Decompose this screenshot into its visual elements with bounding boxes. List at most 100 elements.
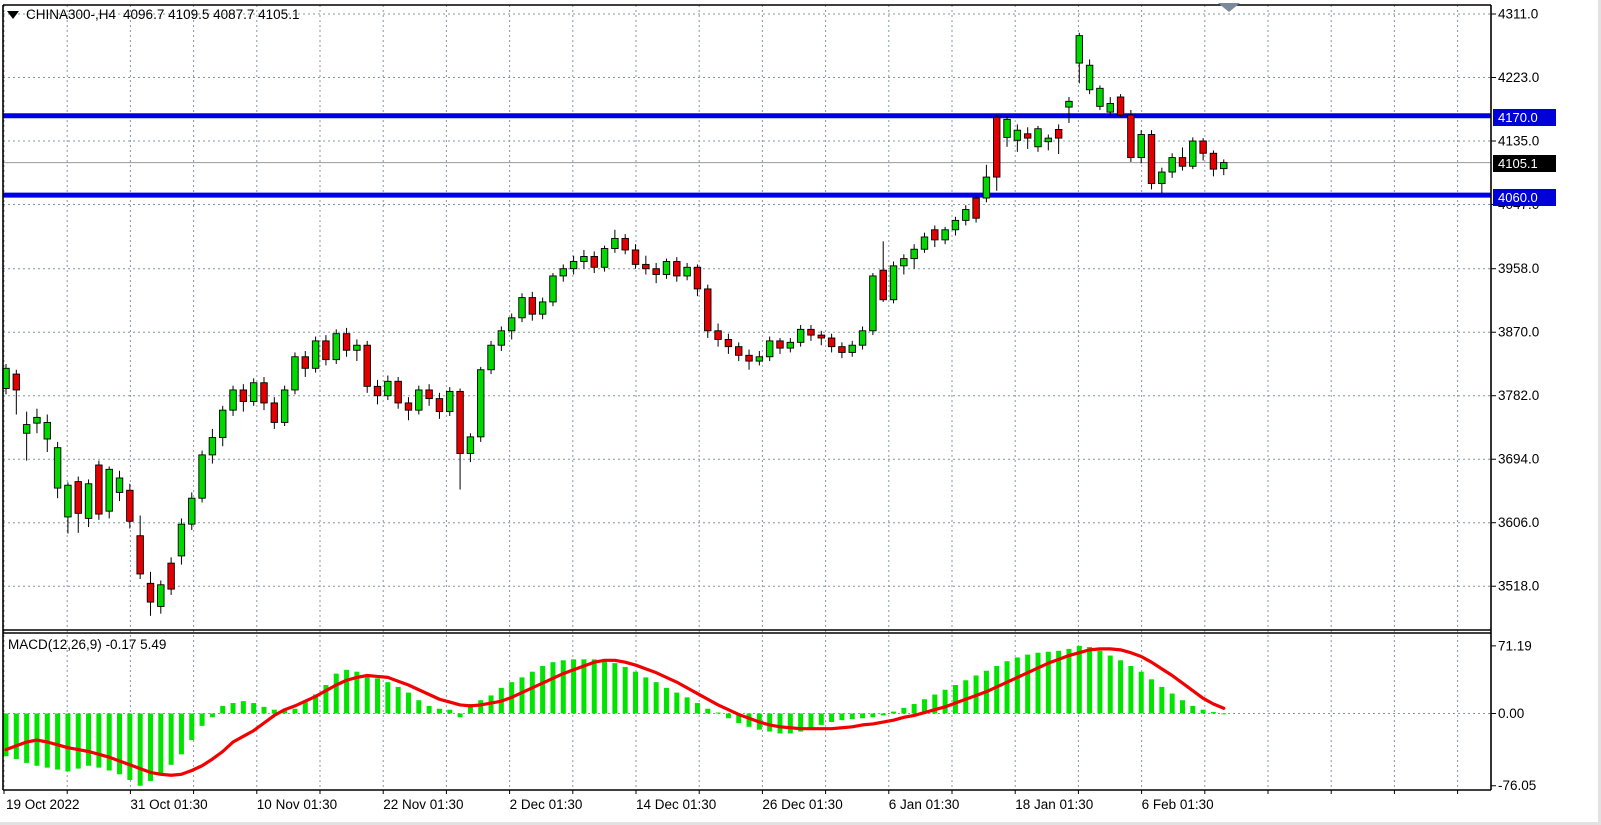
- macd-histogram-bar: [127, 714, 132, 781]
- symbol-period-label: CHINA300-,H4: [26, 7, 116, 22]
- candle: [508, 318, 515, 331]
- macd-histogram-bar: [241, 701, 246, 713]
- macd-histogram-bar: [179, 714, 184, 755]
- candle: [178, 524, 185, 556]
- candle: [343, 334, 350, 351]
- macd-histogram-bar: [860, 714, 865, 719]
- candle: [756, 357, 763, 361]
- candle: [1169, 158, 1176, 172]
- macd-histogram-bar: [819, 714, 824, 725]
- candle: [230, 390, 237, 410]
- y-axis-label: 3694.0: [1498, 452, 1539, 467]
- candle: [766, 341, 773, 357]
- candle: [921, 237, 928, 249]
- candle: [1221, 163, 1228, 169]
- candle: [23, 425, 30, 434]
- candle: [467, 437, 474, 454]
- candle: [312, 341, 319, 368]
- candle: [963, 210, 970, 221]
- candle: [96, 465, 103, 514]
- macd-histogram-bar: [829, 714, 834, 723]
- candle: [1190, 141, 1197, 166]
- candle: [158, 585, 165, 607]
- chart-shift-marker-icon[interactable]: [1218, 3, 1240, 12]
- upper-hline-price-badge: 4170.0: [1493, 109, 1556, 126]
- candle: [901, 259, 908, 266]
- macd-histogram-bar: [520, 677, 525, 713]
- candle: [240, 390, 247, 402]
- y-axis-label: 3606.0: [1498, 515, 1539, 530]
- x-axis-label: 6 Feb 01:30: [1142, 797, 1214, 812]
- macd-histogram-bar: [65, 714, 70, 772]
- macd-histogram-bar: [1005, 661, 1010, 713]
- macd-histogram-bar: [334, 674, 339, 714]
- candle: [189, 498, 196, 524]
- macd-histogram-bar: [231, 703, 236, 713]
- candle: [570, 262, 577, 269]
- current-price-badge: 4105.1: [1493, 155, 1556, 172]
- candle: [168, 563, 175, 589]
- chart-title: CHINA300-,H4 4096.7 4109.5 4087.7 4105.1: [7, 7, 299, 22]
- symbol-dropdown-icon[interactable]: [7, 11, 19, 19]
- macd-histogram-bar: [695, 703, 700, 713]
- macd-histogram-bar: [1036, 653, 1041, 714]
- macd-label: MACD(12,26,9): [8, 637, 102, 652]
- candle: [942, 230, 949, 240]
- candle: [488, 345, 495, 370]
- candle: [746, 355, 753, 361]
- candle: [870, 276, 877, 331]
- candle: [653, 269, 660, 275]
- x-axis-label: 18 Jan 01:30: [1015, 797, 1093, 812]
- candle: [1148, 135, 1155, 184]
- candle: [591, 256, 598, 267]
- candle: [1107, 103, 1114, 112]
- macd-histogram-bar: [891, 712, 896, 714]
- candle: [447, 391, 454, 411]
- candle: [1179, 158, 1186, 167]
- candle: [725, 339, 732, 346]
- price-chart-canvas[interactable]: 4311.04223.04135.04047.03958.03870.03782…: [0, 0, 1601, 825]
- candle: [116, 478, 123, 492]
- candle: [292, 357, 299, 390]
- macd-axis-label: 71.19: [1498, 638, 1532, 653]
- macd-histogram-bar: [1097, 651, 1102, 714]
- candle: [416, 390, 423, 410]
- macd-histogram-bar: [385, 682, 390, 713]
- candle: [85, 484, 92, 519]
- macd-axis-label: 0.00: [1498, 706, 1524, 721]
- candle: [581, 256, 588, 261]
- candle: [529, 298, 536, 315]
- lower-hline-price-badge: 4060.0: [1493, 189, 1556, 206]
- macd-histogram-bar: [788, 714, 793, 734]
- candle: [932, 230, 939, 240]
- candle: [777, 341, 784, 348]
- x-axis-label: 22 Nov 01:30: [383, 797, 463, 812]
- candle: [643, 264, 650, 268]
- macd-histogram-bar: [55, 714, 60, 770]
- candle: [395, 381, 402, 403]
- candle: [106, 469, 113, 511]
- y-axis-label: 3782.0: [1498, 388, 1539, 403]
- candle: [560, 269, 567, 276]
- candle: [219, 410, 226, 437]
- candle: [426, 390, 433, 399]
- candle: [911, 249, 918, 258]
- candle: [880, 270, 887, 300]
- y-axis-label: 3870.0: [1498, 325, 1539, 340]
- candle: [1004, 119, 1011, 137]
- macd-histogram-bar: [158, 714, 163, 774]
- y-axis-label: 4135.0: [1498, 134, 1539, 149]
- macd-histogram-bar: [1221, 714, 1226, 715]
- macd-histogram-bar: [427, 706, 432, 714]
- macd-histogram-bar: [107, 714, 112, 771]
- macd-histogram-bar: [365, 676, 370, 714]
- candle: [250, 383, 257, 402]
- candle: [498, 331, 505, 345]
- x-axis-label: 31 Oct 01:30: [130, 797, 207, 812]
- candle: [612, 238, 619, 248]
- candle: [1200, 141, 1207, 153]
- macd-histogram-bar: [375, 678, 380, 713]
- macd-histogram-bar: [76, 714, 81, 769]
- candle: [281, 390, 288, 422]
- macd-histogram-bar: [251, 703, 256, 713]
